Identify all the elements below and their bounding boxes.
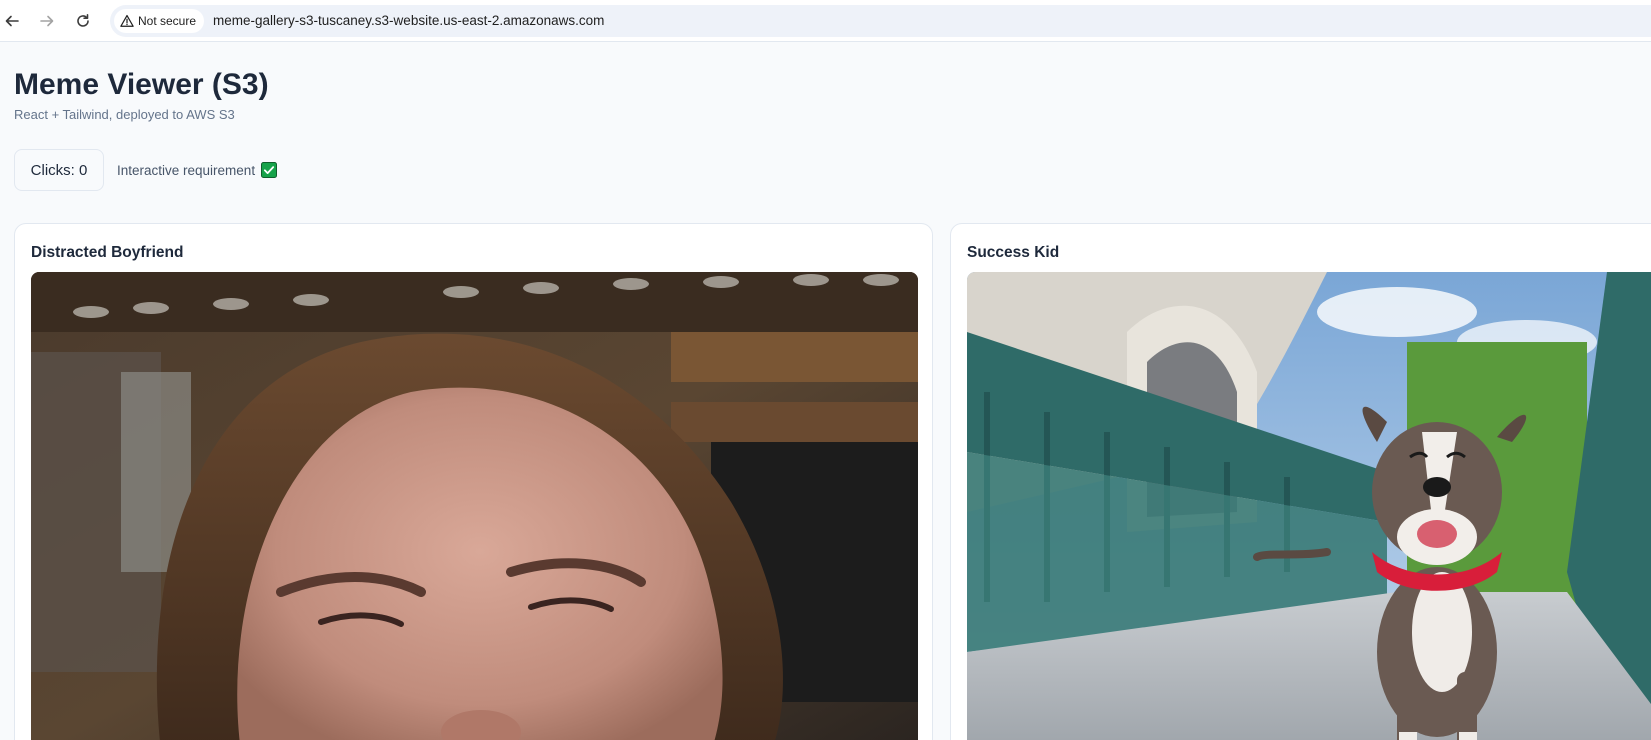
security-indicator[interactable]: Not secure <box>114 9 205 33</box>
interactive-requirement: Interactive requirement <box>117 162 278 178</box>
meme-title: Distracted Boyfriend <box>31 244 184 261</box>
meme-title: Success Kid <box>967 244 1060 261</box>
url-text[interactable]: meme-gallery-s3-tuscaney.s3-website.us-e… <box>213 13 604 28</box>
address-bar[interactable]: Not secure meme-gallery-s3-tuscaney.s3-w… <box>110 5 1651 37</box>
reload-icon[interactable] <box>71 9 95 33</box>
meme-card: Distracted Boyfriend <box>14 223 933 740</box>
requirement-label: Interactive requirement <box>117 162 256 178</box>
browser-toolbar: Not secure meme-gallery-s3-tuscaney.s3-w… <box>0 0 1651 42</box>
meme-image[interactable] <box>31 272 918 740</box>
meme-card: Success Kid <box>950 223 1651 740</box>
clicks-counter-button[interactable]: Clicks: 0 <box>14 149 104 191</box>
check-mark-icon <box>261 162 278 178</box>
meme-image[interactable] <box>967 272 1651 740</box>
forward-arrow-icon[interactable] <box>35 9 59 33</box>
back-arrow-icon[interactable] <box>0 9 24 33</box>
warning-triangle-icon <box>120 14 134 27</box>
page-title: Meme Viewer (S3) <box>14 68 269 101</box>
security-label: Not secure <box>138 14 197 28</box>
page-subtitle: React + Tailwind, deployed to AWS S3 <box>14 107 235 122</box>
